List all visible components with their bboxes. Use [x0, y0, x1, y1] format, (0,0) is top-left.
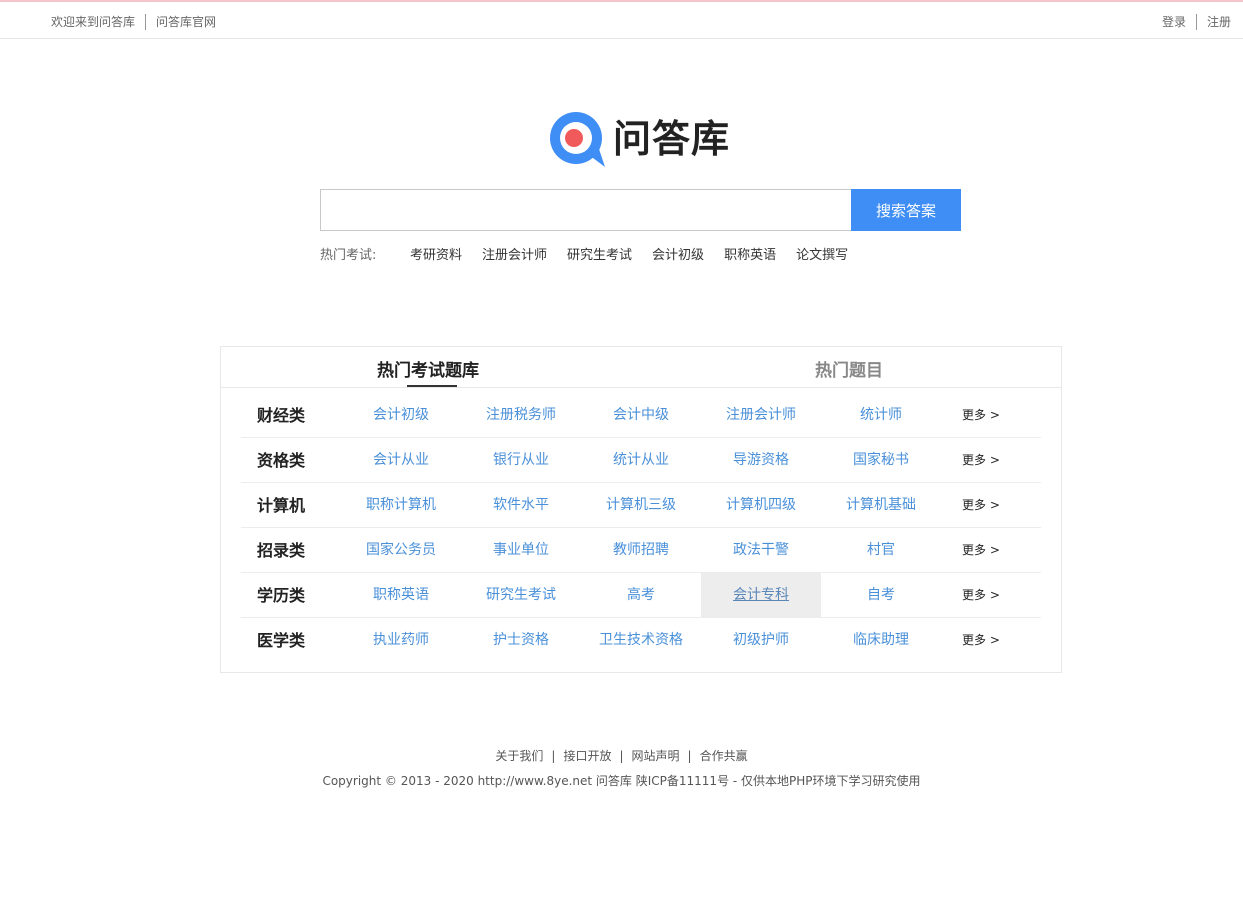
- exam-link[interactable]: 注册税务师: [461, 393, 581, 438]
- search-input[interactable]: [320, 189, 851, 231]
- exam-link[interactable]: 注册会计师: [701, 393, 821, 438]
- category-row: 财经类 会计初级 注册税务师 会计中级 注册会计师 统计师 更多 >: [241, 393, 1041, 438]
- more-link[interactable]: 更多 >: [962, 573, 1000, 618]
- more-link[interactable]: 更多 >: [962, 438, 1000, 483]
- tab-hot-exam-bank[interactable]: 热门考试题库: [377, 356, 479, 381]
- category-label: 计算机: [257, 496, 306, 515]
- search-button[interactable]: 搜索答案: [851, 189, 961, 231]
- login-link[interactable]: 登录: [1162, 13, 1186, 30]
- footer-cooperation-link[interactable]: 合作共赢: [700, 749, 748, 763]
- exam-link[interactable]: 执业药师: [341, 618, 461, 663]
- exam-link[interactable]: 统计从业: [581, 438, 701, 483]
- category-row: 医学类 执业药师 护士资格 卫生技术资格 初级护师 临床助理 更多 >: [241, 618, 1041, 663]
- exam-link[interactable]: 初级护师: [701, 618, 821, 663]
- exam-link[interactable]: 国家公务员: [341, 528, 461, 573]
- divider: [1195, 13, 1197, 30]
- exam-link[interactable]: 高考: [581, 573, 701, 618]
- more-link[interactable]: 更多 >: [962, 618, 1000, 663]
- category-row: 资格类 会计从业 银行从业 统计从业 导游资格 国家秘书 更多 >: [241, 438, 1041, 483]
- footer-about-link[interactable]: 关于我们: [495, 749, 543, 763]
- exam-link[interactable]: 会计从业: [341, 438, 461, 483]
- top-bar-left: 欢迎来到问答库 问答库官网: [51, 13, 216, 30]
- exam-link[interactable]: 职称计算机: [341, 483, 461, 528]
- category-label: 财经类: [257, 406, 306, 425]
- footer-links: 关于我们 | 接口开放 | 网站声明 | 合作共赢: [0, 747, 1243, 764]
- category-row: 计算机 职称计算机 软件水平 计算机三级 计算机四级 计算机基础 更多 >: [241, 483, 1041, 528]
- tab-hot-questions[interactable]: 热门题目: [815, 356, 883, 381]
- logo-text: 问答库: [613, 117, 731, 161]
- exam-link[interactable]: 国家秘书: [821, 438, 941, 483]
- top-bar: 欢迎来到问答库 问答库官网 登录 注册: [0, 0, 1243, 39]
- category-label: 学历类: [257, 586, 306, 605]
- exam-link[interactable]: 政法干警: [701, 528, 821, 573]
- exam-link[interactable]: 导游资格: [701, 438, 821, 483]
- category-row: 学历类 职称英语 研究生考试 高考 会计专科 自考 更多 >: [241, 573, 1041, 618]
- hot-exam-link[interactable]: 会计初级: [652, 244, 704, 263]
- hot-exam-link[interactable]: 研究生考试: [567, 244, 632, 263]
- exam-bank-panel: 热门考试题库 热门题目 财经类 会计初级 注册税务师 会计中级 注册会计师 统计…: [220, 346, 1062, 673]
- search-bar: 搜索答案: [320, 189, 961, 231]
- footer-api-link[interactable]: 接口开放: [563, 749, 611, 763]
- category-label: 招录类: [257, 541, 306, 560]
- exam-link[interactable]: 事业单位: [461, 528, 581, 573]
- logo-q-icon: [550, 112, 605, 167]
- active-tab-underline: [407, 385, 457, 387]
- site-logo[interactable]: 问答库: [549, 111, 730, 167]
- exam-link[interactable]: 银行从业: [461, 438, 581, 483]
- hot-exam-link[interactable]: 注册会计师: [482, 244, 547, 263]
- hot-exam-link[interactable]: 考研资料: [410, 244, 462, 263]
- divider: |: [687, 749, 692, 763]
- footer-statement-link[interactable]: 网站声明: [632, 749, 680, 763]
- top-bar-right: 登录 注册: [1162, 13, 1231, 30]
- exam-link[interactable]: 教师招聘: [581, 528, 701, 573]
- hot-exams-label: 热门考试:: [320, 248, 377, 263]
- welcome-link[interactable]: 欢迎来到问答库: [51, 13, 135, 30]
- exam-link[interactable]: 计算机四级: [701, 483, 821, 528]
- divider: [145, 13, 147, 30]
- exam-link[interactable]: 护士资格: [461, 618, 581, 663]
- exam-link[interactable]: 计算机基础: [821, 483, 941, 528]
- divider: |: [551, 749, 556, 763]
- hot-exam-link[interactable]: 论文撰写: [796, 244, 848, 263]
- exam-link[interactable]: 研究生考试: [461, 573, 581, 618]
- exam-link[interactable]: 自考: [821, 573, 941, 618]
- copyright-text: Copyright © 2013 - 2020 http://www.8ye.n…: [322, 774, 921, 788]
- category-list: 财经类 会计初级 注册税务师 会计中级 注册会计师 统计师 更多 > 资格类 会…: [241, 393, 1061, 663]
- more-link[interactable]: 更多 >: [962, 528, 1000, 573]
- official-site-link[interactable]: 问答库官网: [156, 13, 216, 30]
- more-link[interactable]: 更多 >: [962, 393, 1000, 438]
- register-link[interactable]: 注册: [1207, 13, 1231, 30]
- panel-tabs: 热门考试题库 热门题目: [221, 347, 1061, 388]
- exam-link[interactable]: 村官: [821, 528, 941, 573]
- divider: |: [619, 749, 624, 763]
- exam-link[interactable]: 计算机三级: [581, 483, 701, 528]
- more-link[interactable]: 更多 >: [962, 483, 1000, 528]
- exam-link[interactable]: 软件水平: [461, 483, 581, 528]
- category-label: 资格类: [257, 451, 306, 470]
- hot-exam-link[interactable]: 职称英语: [724, 244, 776, 263]
- hot-exams: 热门考试: 考研资料 注册会计师 研究生考试 会计初级 职称英语 论文撰写: [320, 244, 868, 263]
- exam-link[interactable]: 会计中级: [581, 393, 701, 438]
- category-label: 医学类: [257, 631, 306, 650]
- exam-link-hovered[interactable]: 会计专科: [701, 573, 821, 618]
- exam-link[interactable]: 统计师: [821, 393, 941, 438]
- exam-link[interactable]: 临床助理: [821, 618, 941, 663]
- exam-link[interactable]: 卫生技术资格: [581, 618, 701, 663]
- exam-link[interactable]: 会计初级: [341, 393, 461, 438]
- category-row: 招录类 国家公务员 事业单位 教师招聘 政法干警 村官 更多 >: [241, 528, 1041, 573]
- exam-link[interactable]: 职称英语: [341, 573, 461, 618]
